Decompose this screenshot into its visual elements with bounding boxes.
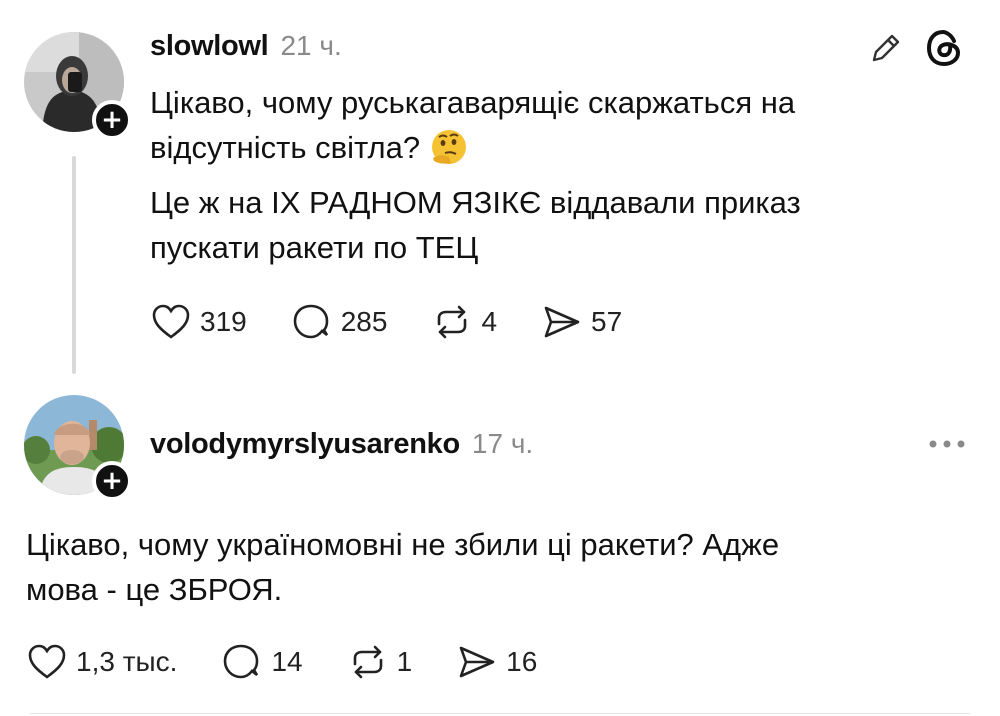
repost-count: 4 bbox=[481, 306, 498, 337]
heart-icon bbox=[152, 304, 190, 339]
threads-logo-icon[interactable] bbox=[922, 26, 966, 70]
share-icon bbox=[459, 646, 495, 678]
like-button[interactable]: 319 bbox=[150, 302, 247, 342]
share-count: 57 bbox=[591, 306, 623, 337]
avatar-slowlowl-wrap[interactable]: + bbox=[24, 32, 132, 140]
post-body: Цікаво, чому україномовні не збили ці ра… bbox=[26, 522, 966, 612]
follow-badge-volodymyrslyusarenko[interactable]: + bbox=[92, 461, 132, 501]
repost-button[interactable]: 4 bbox=[431, 302, 497, 342]
share-count: 16 bbox=[506, 646, 538, 677]
username[interactable]: slowlowl bbox=[150, 30, 269, 63]
post-line-with-emoji: відсутність світла? bbox=[150, 125, 950, 170]
repost-count: 1 bbox=[396, 646, 413, 677]
post-header: slowlowl 21 ч. bbox=[150, 30, 342, 63]
username[interactable]: volodymyrslyusarenko bbox=[150, 428, 460, 461]
timestamp: 17 ч. bbox=[471, 428, 534, 459]
post-line: відсутність світла? bbox=[150, 130, 421, 165]
post-line: Цікаво, чому україномовні не збили ці ра… bbox=[26, 527, 780, 562]
comment-count: 14 bbox=[271, 646, 303, 677]
post-line: Це ж на ІХ РАДНОМ ЯЗІКЄ віддавали приказ bbox=[150, 185, 801, 220]
post-line: пускати ракети по ТЕЦ bbox=[150, 230, 479, 265]
like-count: 319 bbox=[200, 306, 247, 337]
thread-connector-line bbox=[72, 156, 76, 374]
repost-button[interactable]: 1 bbox=[347, 642, 413, 682]
comment-icon bbox=[224, 644, 259, 679]
post-line: Цікаво, чому руськагаварящіє скаржаться … bbox=[150, 85, 796, 120]
timestamp: 21 ч. bbox=[280, 30, 342, 61]
share-icon bbox=[544, 306, 580, 338]
post-slowlowl: + slowlowl 21 ч. Цікаво, чому руськагава… bbox=[0, 0, 1000, 385]
edit-icon[interactable] bbox=[866, 28, 906, 68]
thinking-emoji bbox=[429, 127, 469, 167]
more-icon[interactable] bbox=[922, 429, 972, 459]
comment-button[interactable]: 14 bbox=[221, 642, 303, 682]
share-button[interactable]: 57 bbox=[541, 302, 622, 342]
comment-count: 285 bbox=[340, 306, 388, 337]
like-button[interactable]: 1,3 тыс. bbox=[26, 642, 177, 682]
share-button[interactable]: 16 bbox=[456, 642, 537, 682]
comment-icon bbox=[293, 304, 329, 339]
post-actions: 319 285 4 57 bbox=[150, 302, 666, 342]
post-line: мова - це ЗБРОЯ. bbox=[26, 572, 283, 607]
post-body: Цікаво, чому руськагаварящіє скаржаться … bbox=[150, 80, 950, 270]
post-volodymyrslyusarenko: + volodymyrslyusarenko 17 ч. Цікаво, чом… bbox=[0, 385, 1000, 716]
post-header: volodymyrslyusarenko 17 ч. bbox=[150, 428, 533, 461]
heart-icon bbox=[28, 644, 66, 679]
follow-badge-slowlowl[interactable]: + bbox=[92, 100, 132, 140]
comment-button[interactable]: 285 bbox=[291, 302, 388, 342]
avatar-volodymyrslyusarenko-wrap[interactable]: + bbox=[24, 395, 132, 501]
bottom-divider bbox=[30, 713, 970, 714]
post-actions: 1,3 тыс. 14 1 16 bbox=[26, 642, 581, 682]
repost-icon bbox=[353, 645, 382, 679]
repost-icon bbox=[438, 305, 467, 339]
like-count: 1,3 тыс. bbox=[76, 646, 178, 677]
